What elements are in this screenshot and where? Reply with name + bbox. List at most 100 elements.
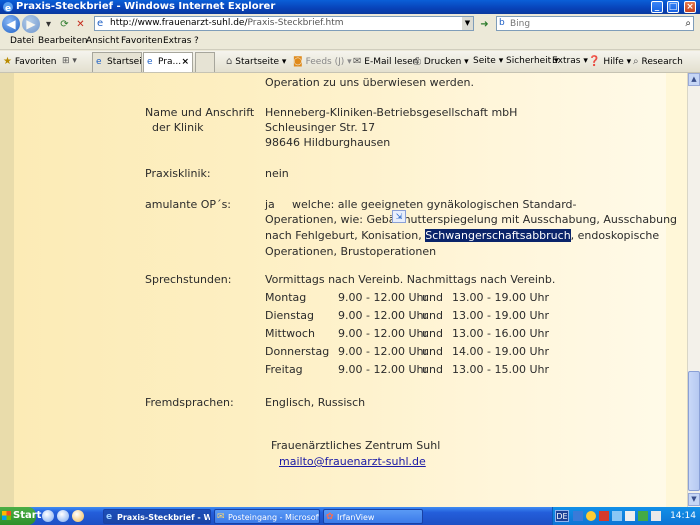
refresh-icon[interactable]: ⟳ [58, 18, 71, 31]
address-bar: ◀ ▶ ▾ ⟳ ✕ e http://www.frauenarzt-suhl.d… [0, 14, 700, 34]
research-button[interactable]: ⌕ Research [633, 56, 683, 67]
morning-hours: 9.00 - 12.00 Uhr [338, 327, 428, 340]
accelerator-icon[interactable]: ⇲ [392, 210, 406, 223]
ambulante-op-ja: ja [265, 198, 275, 211]
menu-datei[interactable]: Datei [10, 36, 34, 46]
quicklaunch-globe-icon[interactable] [57, 510, 69, 522]
scroll-thumb[interactable] [688, 371, 700, 491]
tray-icon[interactable] [599, 511, 609, 521]
bing-icon: b [499, 18, 505, 28]
favorites-button[interactable]: ★ Favoriten [3, 56, 57, 67]
page-icon: e [97, 18, 104, 29]
morning-hours: 9.00 - 12.00 Uhr [338, 291, 428, 304]
selected-text[interactable]: Schwangerschaftsabbruch [425, 229, 571, 242]
windows-logo-icon [2, 511, 11, 520]
morning-hours: 9.00 - 12.00 Uhr [338, 363, 428, 376]
quick-tabs-icon[interactable]: ⊞ ▾ [62, 56, 77, 66]
day-label: Freitag [265, 363, 303, 376]
ambulante-op-label: amulante OP´s: [145, 198, 232, 211]
tab-startseite[interactable]: e Startseite [92, 52, 142, 72]
tray-icon[interactable] [625, 511, 635, 521]
page-content: Operation zu uns überwiesen werden. Name… [0, 73, 687, 507]
tools-menu-button[interactable]: Extras ▾ [552, 56, 588, 66]
start-button[interactable]: Start [0, 507, 41, 525]
sprechstunden-label: Sprechstunden: [145, 273, 232, 286]
ambulante-op-line1: welche: alle geeigneten gynäkologischen … [292, 198, 577, 211]
quicklaunch-outlook-icon[interactable] [72, 510, 84, 522]
url-text: http://www.frauenarzt-suhl.de/Praxis-Ste… [110, 18, 344, 28]
day-label: Donnerstag [265, 345, 330, 358]
window-title: Praxis-Steckbrief - Windows Internet Exp… [16, 1, 276, 12]
quicklaunch-ie-icon[interactable] [42, 510, 54, 522]
search-icon[interactable]: ⌕ [685, 17, 691, 30]
back-button[interactable]: ◀ [2, 15, 20, 33]
intro-tail-text: Operation zu uns überwiesen werden. [265, 76, 474, 89]
internet-explorer-icon: e [2, 1, 14, 14]
menu-help[interactable]: ? [194, 36, 199, 46]
day-label: Dienstag [265, 309, 315, 322]
taskbar-outlook-window[interactable]: ✉ Posteingang - Microsoft ... [214, 509, 320, 524]
home-icon: ⌂ [226, 56, 233, 67]
print-button[interactable]: ⎙ Drucken ▾ [413, 56, 469, 67]
ie-icon: e [106, 512, 113, 522]
mail-icon: ✉ [217, 512, 225, 522]
und-text: und [422, 327, 443, 340]
safety-menu-button[interactable]: Sicherheit ▾ [506, 56, 559, 66]
stop-icon[interactable]: ✕ [74, 18, 87, 31]
tray-icon[interactable] [612, 511, 622, 521]
menu-ansicht[interactable]: Ansicht [86, 36, 119, 46]
maximize-button[interactable]: □ [667, 1, 679, 13]
page-menu-button[interactable]: Seite ▾ [473, 56, 503, 66]
minimize-button[interactable]: _ [651, 1, 663, 13]
tab-close-icon[interactable]: × [181, 53, 189, 71]
forward-button[interactable]: ▶ [22, 15, 40, 33]
home-button[interactable]: ⌂ Startseite ▾ [226, 56, 286, 67]
taskbar-ie-window[interactable]: e Praxis-Steckbrief - Wi... [103, 509, 211, 524]
new-tab-button[interactable] [195, 52, 215, 72]
clinic-name: Henneberg-Kliniken-Betriebsgesellschaft … [265, 106, 518, 119]
search-field[interactable] [510, 17, 670, 30]
language-indicator[interactable]: DE [555, 510, 569, 522]
close-button[interactable]: × [684, 1, 696, 13]
ambulante-op-line2: Operationen, wie: Gebärmutterspiegelung … [265, 213, 678, 226]
url-dropdown-icon[interactable]: ▼ [462, 17, 473, 30]
praxisklinik-value: nein [265, 167, 289, 180]
menu-favoriten[interactable]: Favoriten [121, 36, 163, 46]
chevron-down-icon[interactable]: ▾ [42, 18, 55, 31]
afternoon-hours: 13.00 - 19.00 Uhr [452, 291, 549, 304]
clock[interactable]: 14:14 [670, 507, 696, 525]
tray-icon[interactable] [638, 511, 648, 521]
und-text: und [422, 309, 443, 322]
system-tray: DE 14:14 [552, 507, 700, 525]
irfanview-icon: ✿ [326, 512, 334, 522]
url-field[interactable]: e http://www.frauenarzt-suhl.de/Praxis-S… [94, 16, 474, 31]
tab-praxis[interactable]: e Pra... × [143, 52, 193, 72]
clinic-label-line1: Name und Anschrift [145, 106, 255, 119]
fremdsprachen-label: Fremdsprachen: [145, 396, 234, 409]
mail-icon: ✉ [353, 56, 362, 67]
menu-extras[interactable]: Extras [163, 36, 191, 46]
speaker-icon[interactable] [651, 511, 661, 521]
read-mail-button[interactable]: ✉ E-Mail lesen [353, 56, 418, 67]
feeds-button[interactable]: ◙ Feeds (J) ▾ [293, 56, 352, 67]
go-arrow-icon[interactable]: ➜ [478, 18, 491, 31]
scroll-up-button[interactable]: ▲ [688, 73, 700, 86]
clinic-city: 98646 Hildburghausen [265, 136, 391, 149]
vertical-scrollbar[interactable]: ▲ ▼ [687, 73, 700, 507]
footer-practice-name: Frauenärztliches Zentrum Suhl [271, 439, 441, 452]
left-border-strip [0, 73, 14, 507]
scroll-down-button[interactable]: ▼ [688, 493, 700, 506]
clinic-label-line2: der Klinik [152, 121, 204, 134]
afternoon-hours: 14.00 - 19.00 Uhr [452, 345, 549, 358]
tray-icon[interactable] [586, 511, 596, 521]
taskbar: Start e Praxis-Steckbrief - Wi... ✉ Post… [0, 507, 700, 525]
help-menu-button[interactable]: ❓ Hilfe ▾ [588, 56, 631, 67]
taskbar-irfanview-window[interactable]: ✿ IrfanView [323, 509, 423, 524]
window-title-bar[interactable]: e Praxis-Steckbrief - Windows Internet E… [0, 0, 700, 14]
tray-icon[interactable] [573, 511, 583, 521]
search-input[interactable]: b ⌕ [496, 16, 694, 31]
ambulante-op-line4: Operationen, Brustoperationen [265, 245, 437, 258]
menu-bearbeiten[interactable]: Bearbeiten [38, 36, 87, 46]
ambulante-op-line3: nach Fehlgeburt, Konisation, Schwangersc… [265, 229, 660, 242]
email-link[interactable]: mailto@frauenarzt-suhl.de [279, 455, 426, 469]
